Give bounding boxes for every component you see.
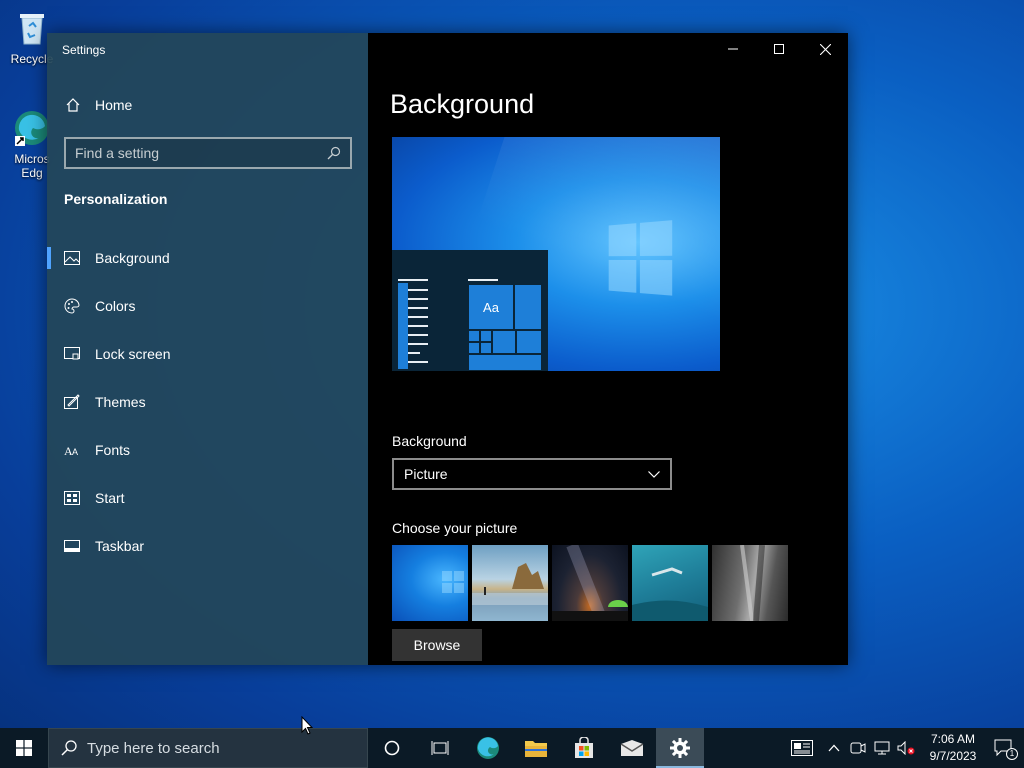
search-icon [61,740,77,756]
notification-count-badge: 1 [1006,748,1018,760]
volume-button[interactable] [894,728,918,768]
picture-thumbnail-underwater-swimmer[interactable] [632,545,708,621]
home-label: Home [95,97,133,113]
windows-logo-preview [608,220,675,298]
picture-icon [64,250,80,266]
show-hidden-icons-button[interactable] [822,728,846,768]
page-title: Background [390,89,535,119]
windows-logo-icon [16,740,32,756]
palette-icon [64,298,80,314]
close-button[interactable] [802,33,848,65]
sidebar-item-colors[interactable]: Colors [47,282,368,330]
personalization-nav: Background Colors Lock screen Themes AA … [47,234,368,570]
action-center-button[interactable]: 1 [984,728,1024,768]
picture-thumbnail-rock-cliff[interactable] [712,545,788,621]
sidebar-item-label: Colors [95,298,136,314]
cortana-button[interactable] [368,728,416,768]
folder-icon [525,741,547,757]
start-button[interactable] [0,728,48,768]
network-icon [874,741,890,755]
sidebar-item-label: Fonts [95,442,131,458]
network-button[interactable] [870,728,894,768]
taskbar: Type here to search 7:06 AM 9/7/2023 1 [0,728,1024,768]
section-title: Personalization [64,191,168,207]
taskbar-icon [64,538,80,554]
picture-thumbnail-night-sky[interactable] [552,545,628,621]
taskbar-edge-button[interactable] [464,728,512,768]
home-nav-item[interactable]: Home [65,97,132,113]
picture-thumbnail-windows[interactable] [392,545,468,621]
home-icon [66,98,80,112]
settings-window: Settings Home Personalization Background… [47,33,848,665]
volume-muted-icon [897,741,915,755]
window-title: Settings [62,43,106,57]
meet-now-button[interactable] [846,728,870,768]
chevron-up-icon [828,744,840,752]
sidebar-item-taskbar[interactable]: Taskbar [47,522,368,570]
taskbar-clock[interactable]: 7:06 AM 9/7/2023 [922,731,984,765]
sidebar-item-label: Themes [95,394,146,410]
minimize-icon [728,48,738,50]
sidebar-item-start[interactable]: Start [47,474,368,522]
mail-icon [620,740,644,756]
find-setting-input[interactable] [75,145,327,161]
camera-icon [850,742,866,754]
sidebar-item-background[interactable]: Background [47,234,368,282]
maximize-button[interactable] [756,33,802,65]
picture-thumbnails [392,545,792,621]
taskbar-search-box[interactable]: Type here to search [48,728,368,768]
taskbar-settings-button[interactable] [656,728,704,768]
system-tray: 7:06 AM 9/7/2023 1 [782,728,1024,768]
preview-start-menu: Aa [392,250,548,371]
mouse-cursor [301,715,314,741]
settings-sidebar: Settings Home Personalization Background… [47,33,368,665]
clock-date: 9/7/2023 [929,749,977,763]
start-icon [64,490,80,506]
browse-button[interactable]: Browse [392,629,482,661]
lock-screen-icon [64,346,80,362]
taskbar-search-placeholder: Type here to search [87,739,220,757]
choose-picture-label: Choose your picture [392,520,518,536]
taskbar-mail-button[interactable] [608,728,656,768]
themes-icon [64,394,80,410]
background-type-value: Picture [404,466,448,482]
background-preview: Aa [392,137,720,371]
close-icon [819,43,831,55]
background-type-dropdown[interactable]: Picture [392,458,672,490]
maximize-icon [774,44,784,54]
fonts-icon: AA [64,442,80,458]
sidebar-item-lock-screen[interactable]: Lock screen [47,330,368,378]
cortana-circle-icon [384,740,400,756]
svg-text:A: A [72,447,78,457]
store-bag-icon [575,737,593,758]
preview-start-rail [392,250,408,371]
search-icon[interactable] [327,146,341,160]
task-view-button[interactable] [416,728,464,768]
sidebar-item-themes[interactable]: Themes [47,378,368,426]
find-setting-search[interactable] [64,137,352,169]
picture-thumbnail-beach-rocks[interactable] [472,545,548,621]
chevron-down-icon [648,470,660,478]
sidebar-item-label: Taskbar [95,538,145,554]
edge-icon [477,737,499,759]
taskbar-file-explorer-button[interactable] [512,728,560,768]
news-widget-button[interactable] [782,728,822,768]
preview-tile-text: Aa [483,299,499,315]
recycle-bin-icon [12,8,52,48]
background-setting-label: Background [392,433,467,449]
sidebar-item-label: Lock screen [95,346,171,362]
sidebar-item-fonts[interactable]: AA Fonts [47,426,368,474]
minimize-button[interactable] [710,33,756,65]
gear-icon [670,738,690,758]
task-view-icon [431,741,449,755]
sidebar-item-label: Start [95,490,125,506]
news-icon [791,740,813,756]
edge-icon [12,108,52,148]
sidebar-item-label: Background [95,250,170,266]
taskbar-store-button[interactable] [560,728,608,768]
settings-content: Background Aa Background Picture Choose … [368,33,848,665]
clock-time: 7:06 AM [930,732,976,746]
